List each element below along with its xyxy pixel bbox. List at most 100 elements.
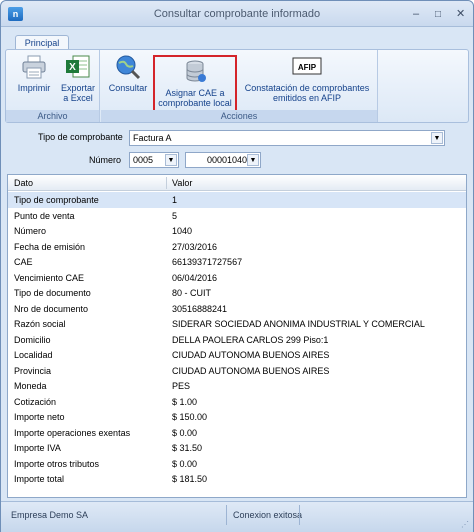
- cell-valor: PES: [172, 381, 191, 391]
- constatacion-label: Constatación de comprobantes emitidos en…: [244, 83, 370, 103]
- column-header-dato[interactable]: Dato: [14, 178, 33, 188]
- column-divider[interactable]: [166, 177, 167, 189]
- chevron-down-icon[interactable]: ▼: [165, 154, 177, 166]
- print-button[interactable]: Imprimir: [14, 52, 54, 93]
- cell-dato: Nro de documento: [14, 303, 89, 314]
- table-row[interactable]: Localidad CIUDAD AUTONOMA BUENOS AIRES: [8, 347, 466, 363]
- numero-label: Número: [89, 155, 122, 165]
- cell-valor: $ 1.00: [172, 396, 198, 407]
- cell-dato: Cotización: [14, 396, 57, 407]
- cell-dato: Vencimiento CAE: [14, 272, 85, 283]
- asignar-cae-label: Asignar CAE a comprobante local: [158, 88, 232, 108]
- afip-logo-icon: AFIP: [292, 57, 322, 75]
- punto-venta-select[interactable]: 0005 ▼: [129, 152, 179, 168]
- cell-valor: 30516888241: [172, 303, 228, 314]
- cell-valor: DELLA PAOLERA CARLOS 299 Piso:1: [172, 334, 329, 345]
- print-label: Imprimir: [17, 83, 51, 93]
- consultar-button[interactable]: Consultar: [105, 52, 151, 93]
- cell-dato: Tipo de documento: [14, 288, 91, 298]
- table-row[interactable]: Importe otros tributos $ 0.00: [8, 456, 466, 472]
- cell-valor: CIUDAD AUTONOMA BUENOS AIRES: [172, 365, 330, 376]
- asignar-cae-button[interactable]: Asignar CAE a comprobante local: [153, 55, 237, 113]
- cell-valor: $ 0.00: [172, 458, 198, 469]
- window-title: Consultar comprobante informado: [153, 8, 321, 20]
- cell-dato: Punto de venta: [14, 210, 75, 221]
- cell-valor: 1: [172, 195, 178, 205]
- table-row[interactable]: Razón social SIDERAR SOCIEDAD ANONIMA IND…: [8, 316, 466, 332]
- numero-value: 00001040: [207, 155, 248, 165]
- status-bar: Empresa Demo SA Conexion exitosa ⋰: [1, 501, 473, 532]
- title-bar[interactable]: n Consultar comprobante informado – □ ✕: [1, 1, 473, 27]
- table-row[interactable]: Importe operaciones exentas $ 0.00: [8, 425, 466, 441]
- chevron-down-icon[interactable]: ▼: [247, 154, 259, 166]
- group-label-acciones: Acciones: [101, 110, 377, 122]
- cell-dato: Fecha de emisión: [14, 241, 86, 252]
- grid-rows: Tipo de comprobante 1 Punto de venta 5 Núm…: [8, 192, 466, 487]
- ribbon-group-acciones: Consultar Asignar CAE a comprobante loca…: [101, 50, 378, 122]
- ribbon-group-archivo: Imprimir X Exportar a Excel Archivo: [6, 50, 100, 122]
- tipo-comprobante-select[interactable]: Factura A ▼: [129, 130, 445, 146]
- cell-valor: $ 150.00: [172, 412, 208, 422]
- close-button[interactable]: ✕: [456, 9, 465, 20]
- main-window: n Consultar comprobante informado – □ ✕ …: [0, 0, 474, 532]
- cell-valor: 66139371727567: [172, 257, 243, 267]
- excel-icon: X: [66, 55, 90, 78]
- cell-valor: $ 181.50: [172, 474, 208, 484]
- minimize-button[interactable]: –: [413, 9, 419, 20]
- consultar-label: Consultar: [108, 83, 148, 93]
- column-header-valor[interactable]: Valor: [172, 178, 192, 188]
- table-row[interactable]: Importe total $ 181.50: [8, 471, 466, 487]
- chevron-down-icon[interactable]: ▼: [431, 132, 443, 144]
- tipo-comprobante-value: Factura A: [133, 133, 172, 143]
- cell-dato: Importe neto: [14, 412, 65, 422]
- status-conexion: Conexion exitosa: [233, 510, 303, 520]
- cell-dato: Localidad: [14, 350, 53, 360]
- table-row[interactable]: Fecha de emisión 27/03/2016: [8, 239, 466, 255]
- cell-valor: 80 - CUIT: [172, 288, 212, 298]
- cell-dato: Domicilio: [14, 334, 51, 345]
- tipo-comprobante-label: Tipo de comprobante: [38, 132, 123, 142]
- cell-dato: Importe operaciones exentas: [14, 427, 131, 438]
- cell-dato: Importe otros tributos: [14, 458, 100, 469]
- table-row[interactable]: Nro de documento 30516888241: [8, 301, 466, 317]
- table-row[interactable]: Número 1040: [8, 223, 466, 239]
- table-row[interactable]: Provincia CIUDAD AUTONOMA BUENOS AIRES: [8, 363, 466, 379]
- table-row[interactable]: Moneda PES: [8, 378, 466, 394]
- ribbon-tab-bar: Principal: [1, 28, 473, 50]
- table-row[interactable]: Tipo de documento 80 - CUIT: [8, 285, 466, 301]
- table-row[interactable]: Importe neto $ 150.00: [8, 409, 466, 425]
- group-label-archivo: Archivo: [6, 110, 99, 122]
- table-row[interactable]: Domicilio DELLA PAOLERA CARLOS 299 Piso:1: [8, 332, 466, 348]
- table-row[interactable]: Punto de venta 5: [8, 208, 466, 224]
- status-divider: [226, 505, 227, 525]
- cell-valor: SIDERAR SOCIEDAD ANONIMA INDUSTRIAL Y CO…: [172, 319, 425, 329]
- data-grid[interactable]: Dato Valor Tipo de comprobante 1 Punto de…: [7, 174, 467, 498]
- cell-valor: 27/03/2016: [172, 241, 218, 252]
- table-row[interactable]: Vencimiento CAE 06/04/2016: [8, 270, 466, 286]
- cell-valor: 1040: [172, 226, 193, 236]
- maximize-button[interactable]: □: [435, 9, 441, 20]
- table-row[interactable]: CAE 66139371727567: [8, 254, 466, 270]
- status-empresa: Empresa Demo SA: [11, 510, 89, 520]
- ribbon: Imprimir X Exportar a Excel Archivo Cons…: [5, 49, 469, 123]
- table-row[interactable]: Importe IVA $ 31.50: [8, 440, 466, 456]
- afip-logo-text: AFIP: [298, 63, 317, 72]
- database-icon: [186, 60, 206, 82]
- globe-search-icon: [116, 55, 141, 80]
- filter-form: Tipo de comprobante Factura A ▼ Número 0…: [5, 125, 469, 173]
- cell-valor: 06/04/2016: [172, 272, 218, 283]
- cell-dato: Razón social: [14, 319, 66, 329]
- tab-principal[interactable]: Principal: [15, 35, 69, 50]
- export-excel-button[interactable]: X Exportar a Excel: [56, 52, 100, 103]
- table-row[interactable]: Cotización $ 1.00: [8, 394, 466, 410]
- export-excel-label: Exportar a Excel: [60, 83, 95, 103]
- constatacion-button[interactable]: AFIP Constatación de comprobantes emitid…: [235, 52, 379, 103]
- cell-dato: Número: [14, 226, 47, 236]
- svg-text:X: X: [69, 62, 76, 73]
- numero-select[interactable]: 00001040 ▼: [185, 152, 261, 168]
- cell-dato: CAE: [14, 257, 33, 267]
- table-row[interactable]: Tipo de comprobante 1: [8, 192, 466, 208]
- resize-grip-icon[interactable]: ⋰: [461, 520, 469, 529]
- status-divider: [299, 505, 300, 525]
- cell-valor: CIUDAD AUTONOMA BUENOS AIRES: [172, 350, 330, 360]
